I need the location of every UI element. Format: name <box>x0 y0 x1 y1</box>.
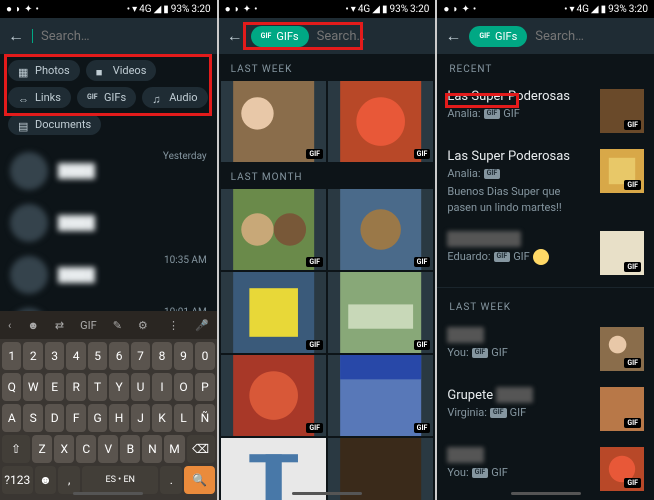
kb-more-icon[interactable]: ⋮ <box>168 319 179 332</box>
chat-row[interactable]: ████10:35 AM <box>0 249 217 301</box>
active-filter-chip[interactable]: GIFGIFs <box>251 26 309 47</box>
result-title: Las Super Poderosas <box>447 149 590 164</box>
signal-label: 4G <box>139 4 151 15</box>
filter-gifs[interactable]: GIFGIFs <box>77 87 136 108</box>
kb-emoji-icon[interactable]: ☻ <box>27 319 39 332</box>
kb-gear-icon[interactable]: ⚙ <box>138 319 148 332</box>
gif-thumb[interactable]: GIF <box>328 355 433 436</box>
result-row[interactable]: ████ You:GIFGIF GIF <box>437 319 654 379</box>
gif-thumb[interactable]: GIF <box>328 272 433 353</box>
gif-icon: GIF <box>87 93 99 103</box>
section-last-week: LAST WEEK <box>437 292 654 319</box>
video-icon: ■ <box>96 66 108 76</box>
chat-row[interactable]: ████Yesterday <box>0 145 217 197</box>
section-recent: RECENT <box>437 54 654 81</box>
result-thumb: GIF <box>600 327 644 371</box>
link-icon: ⇔ <box>18 93 30 103</box>
result-sub: Analia:GIFGIF <box>447 106 590 121</box>
status-bar: ●◗✦• •▾4G◢▮ 93% 3:20 <box>0 0 217 18</box>
gif-grid-week: GIF GIF <box>219 81 436 162</box>
filter-documents[interactable]: ▤Documents <box>8 114 101 135</box>
section-last-month: LAST MONTH <box>219 162 436 189</box>
emoji-react <box>533 249 549 265</box>
result-thumb: GIF <box>600 231 644 275</box>
result-thumb: GIF <box>600 447 644 491</box>
search-header: ← <box>0 18 217 54</box>
gif-icon: GIF <box>261 32 272 40</box>
result-title: Grupete ████ <box>447 387 590 403</box>
phone-screen-3: ●◗✦• •▾4G◢▮93%3:20 ← GIFGIFs ⊞ ✕ RECENT … <box>437 0 654 500</box>
result-sub: Eduardo:GIFGIF <box>447 249 590 265</box>
backspace-key[interactable]: ⌫ <box>187 435 215 463</box>
result-title: Las Super Poderosas <box>447 89 590 104</box>
search-header: ← GIFGIFs ≡ ✕ <box>219 18 436 54</box>
gif-thumb[interactable]: GIF <box>328 81 433 162</box>
filter-row: ▦Photos ■Videos ⇔Links GIFGIFs ♫Audio ▤D… <box>0 54 217 141</box>
result-sub: Analia:GIFBuenos Dias Super que pasen un… <box>447 166 590 215</box>
back-icon[interactable]: ← <box>227 26 243 46</box>
filter-videos[interactable]: ■Videos <box>86 60 157 81</box>
battery-label: 93% <box>171 4 190 15</box>
status-bar: ●◗✦• •▾4G◢▮93%3:20 <box>437 0 654 18</box>
kb-translate-icon[interactable]: ⇄ <box>55 319 64 332</box>
keyboard[interactable]: ‹ ☻ ⇄ GIF ✎ ⚙ ⋮ 🎤 1234567890 QWERTYUIOP … <box>0 311 217 500</box>
photo-icon: ▦ <box>18 66 30 76</box>
gif-thumb[interactable]: GIF <box>221 189 326 270</box>
gif-thumb[interactable]: GIF <box>221 355 326 436</box>
gif-grid-month: GIF GIF GIF GIF GIF GIF GIF <box>219 189 436 500</box>
result-row[interactable]: Grupete ████ Virginia:GIFGIF GIF <box>437 379 654 439</box>
phone-screen-1: ●◗✦• •▾4G◢▮ 93% 3:20 ← ▦Photos ■Videos ⇔… <box>0 0 217 500</box>
chat-row[interactable]: ████ <box>0 197 217 249</box>
filter-links[interactable]: ⇔Links <box>8 87 71 108</box>
filter-photos[interactable]: ▦Photos <box>8 60 80 81</box>
search-input[interactable] <box>535 29 654 44</box>
search-header: ← GIFGIFs ⊞ ✕ <box>437 18 654 54</box>
active-filter-chip[interactable]: GIFGIFs <box>469 26 527 47</box>
search-input[interactable] <box>41 29 209 44</box>
search-input[interactable] <box>317 29 436 44</box>
kb-chevron-icon[interactable]: ‹ <box>8 319 11 332</box>
keyboard-suggest-row: ‹ ☻ ⇄ GIF ✎ ⚙ ⋮ 🎤 <box>0 311 217 339</box>
audio-icon: ♫ <box>152 93 164 103</box>
result-row[interactable]: ████████ Eduardo:GIFGIF GIF <box>437 223 654 283</box>
gif-thumb[interactable]: GIF <box>221 81 326 162</box>
result-thumb: GIF <box>600 149 644 193</box>
result-title: ████ <box>447 447 484 463</box>
section-last-week: LAST WEEK <box>219 54 436 81</box>
doc-icon: ▤ <box>18 120 30 130</box>
result-title: ████ <box>447 327 484 343</box>
status-bar: ●◗✦• •▾4G◢▮93%3:20 <box>219 0 436 18</box>
result-row[interactable]: Las Super Poderosas Analia:GIFGIF GIF <box>437 81 654 141</box>
result-sub: Virginia:GIFGIF <box>447 405 590 420</box>
shift-key[interactable]: ⇧ <box>2 435 30 463</box>
key[interactable]: 1 <box>2 342 21 370</box>
gif-thumb[interactable]: GIF <box>221 272 326 353</box>
result-sub: You:GIFGIF <box>447 345 590 360</box>
kb-pen-icon[interactable]: ✎ <box>113 319 122 332</box>
back-icon[interactable]: ← <box>8 26 24 46</box>
result-title: ████████ <box>447 231 521 247</box>
result-sub: You:GIFGIF <box>447 465 590 480</box>
gif-thumb[interactable]: GIF <box>328 189 433 270</box>
kb-mic-icon[interactable]: 🎤 <box>195 319 209 332</box>
result-thumb: GIF <box>600 387 644 431</box>
phone-screen-2: ●◗✦• •▾4G◢▮93%3:20 ← GIFGIFs ≡ ✕ LAST WE… <box>219 0 436 500</box>
back-icon[interactable]: ← <box>445 26 461 46</box>
kb-gif-icon[interactable]: GIF <box>80 319 97 332</box>
result-row[interactable]: Las Super Poderosas Analia:GIFBuenos Dia… <box>437 141 654 223</box>
time-label: 3:20 <box>191 4 210 15</box>
filter-audio[interactable]: ♫Audio <box>142 87 207 108</box>
gif-icon: GIF <box>479 32 490 40</box>
result-thumb: GIF <box>600 89 644 133</box>
